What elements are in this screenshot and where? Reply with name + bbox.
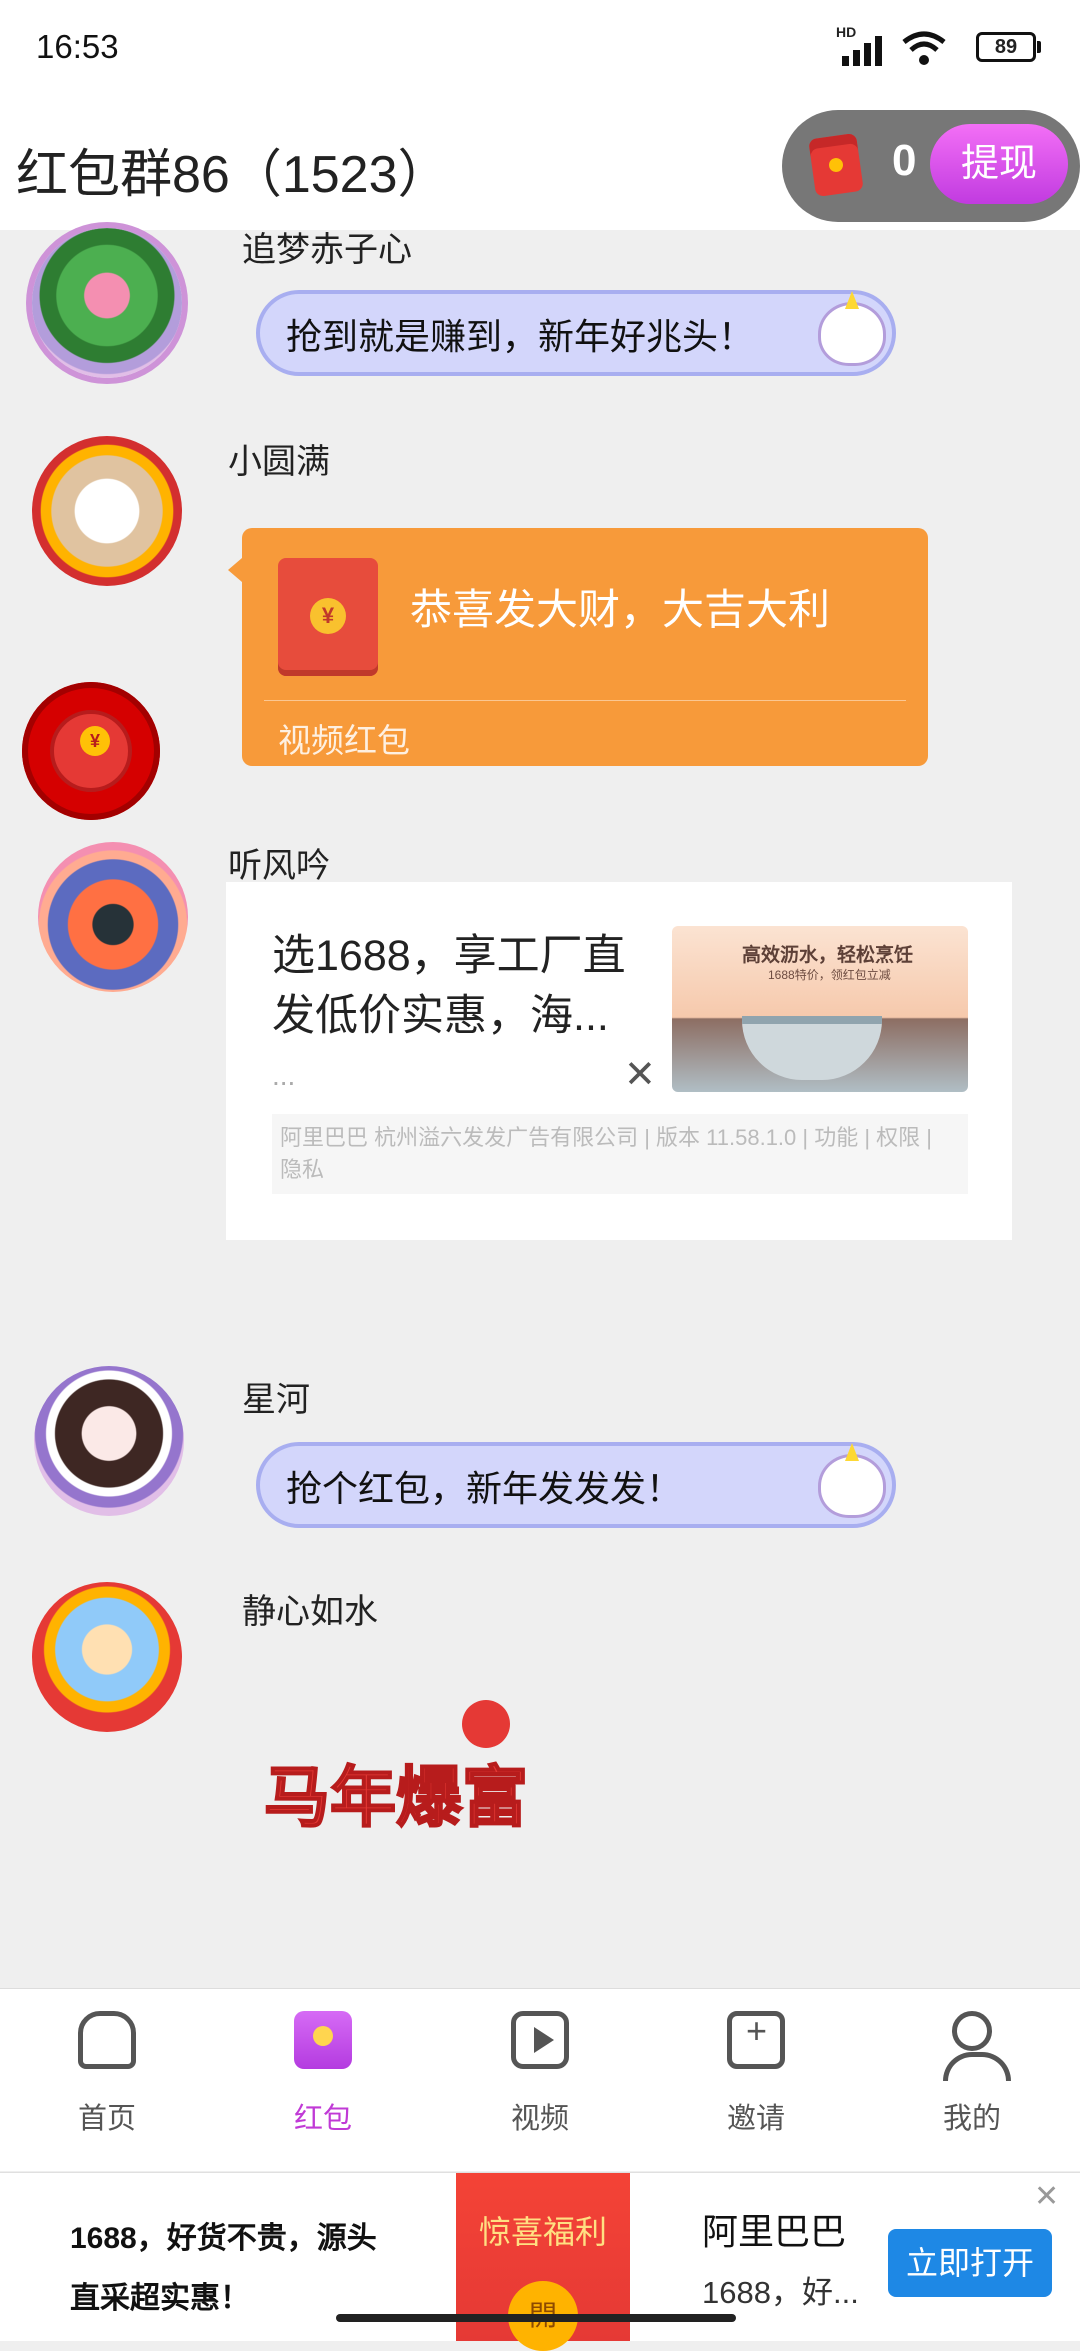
invite-icon [727,2010,785,2069]
tab-label: 邀请 [726,2103,785,2135]
wallet-balance: 0 [892,136,917,185]
home-indicator[interactable] [336,2314,736,2322]
red-packet-title: 恭喜发大财，大吉大利 [410,586,831,633]
signal-icon [842,36,882,66]
yuan-coin-icon: ¥ [80,726,110,756]
divider [264,700,906,701]
unicorn-icon [818,1443,886,1518]
avatar[interactable] [32,436,182,586]
chat-bubble-text: 抢个红包，新年发发发！ [286,1468,683,1509]
red-packet-icon: ¥ [278,558,378,676]
floating-red-packet-button[interactable]: ¥ [22,682,160,820]
battery-icon: 89 [976,32,1041,62]
message-username: 追梦赤子心 [242,231,412,269]
sticker-text: 马年爆富 [264,1759,528,1836]
ad-card[interactable]: 选1688，享工厂直发低价实惠，海... ... ✕ 高效沥水，轻松烹饪 168… [226,882,1012,1240]
chat-bubble: 抢到就是赚到，新年好兆头！ [256,290,896,376]
wifi-icon [902,31,946,65]
wallet-pill[interactable]: 0 提现 [782,110,1080,222]
sticker[interactable]: 马年爆富 [246,1690,546,1910]
home-icon [78,2011,136,2069]
bottom-ad-text: 1688，好货不贵，源头 [70,2222,377,2255]
bottom-ad-description: 1688，好... [702,2275,859,2310]
ad-footer: 阿里巴巴 杭州溢六发发广告有限公司 | 版本 11.58.1.0 | 功能 | … [272,1114,968,1194]
chat-header: 红包群86（1523） 0 提现 [0,100,1080,230]
bottom-tab-bar: 首页 红包 视频 邀请 我的 [0,1988,1080,2171]
avatar[interactable] [32,1582,182,1732]
red-envelope-icon [808,132,864,198]
red-packet-icon: ¥ [50,710,132,792]
status-bar: 16:53 HD 89 [0,0,1080,100]
chat-bubble-text: 抢到就是赚到，新年好兆头！ [286,316,755,357]
avatar[interactable] [34,1366,184,1516]
avatar[interactable] [38,842,188,992]
open-app-button[interactable]: 立即打开 [888,2229,1052,2297]
message-username: 星河 [242,1381,310,1419]
ad-more-dots: ... [272,1060,296,1091]
unicorn-icon [818,291,886,366]
tab-label: 首页 [77,2103,136,2135]
message-username: 小圆满 [228,443,330,481]
tab-label: 我的 [942,2103,1001,2135]
close-icon[interactable]: ✕ [624,1052,656,1097]
group-title: 红包群86（1523） [16,146,450,204]
tab-label: 红包 [293,2103,352,2135]
status-time: 16:53 [36,28,119,65]
red-packet-card[interactable]: ¥ 恭喜发大财，大吉大利 视频红包 [228,528,928,766]
close-icon[interactable]: ✕ [1034,2179,1059,2214]
ad-image-caption: 高效沥水，轻松烹饪 [742,945,914,966]
avatar[interactable] [32,228,182,378]
message-username: 静心如水 [242,1593,378,1631]
bottom-ad-text: 直采超实惠！ [70,2282,250,2315]
profile-icon [943,2011,1011,2081]
bottom-ad-image-label: 惊喜福利 [478,2214,607,2250]
ad-image-subcaption: 1688特价，领红包立减 [768,968,891,982]
withdraw-button[interactable]: 提现 [930,124,1068,204]
ad-text: 选1688，享工厂直发低价实惠，海... [272,932,626,1040]
tab-label: 视频 [510,2103,569,2135]
message-username: 听风吟 [228,847,330,885]
yuan-coin-icon: ¥ [310,598,346,634]
pot-icon [742,1016,882,1080]
ad-image[interactable]: 高效沥水，轻松烹饪 1688特价，领红包立减 [672,926,968,1092]
bottom-ad-brand: 阿里巴巴 [702,2211,847,2252]
sticker-art: 马年爆富 [263,1700,529,1837]
red-packet-label: 视频红包 [278,722,410,759]
video-icon [511,2011,569,2069]
chat-bubble: 抢个红包，新年发发发！ [256,1442,896,1528]
red-packet-icon [294,2011,352,2069]
